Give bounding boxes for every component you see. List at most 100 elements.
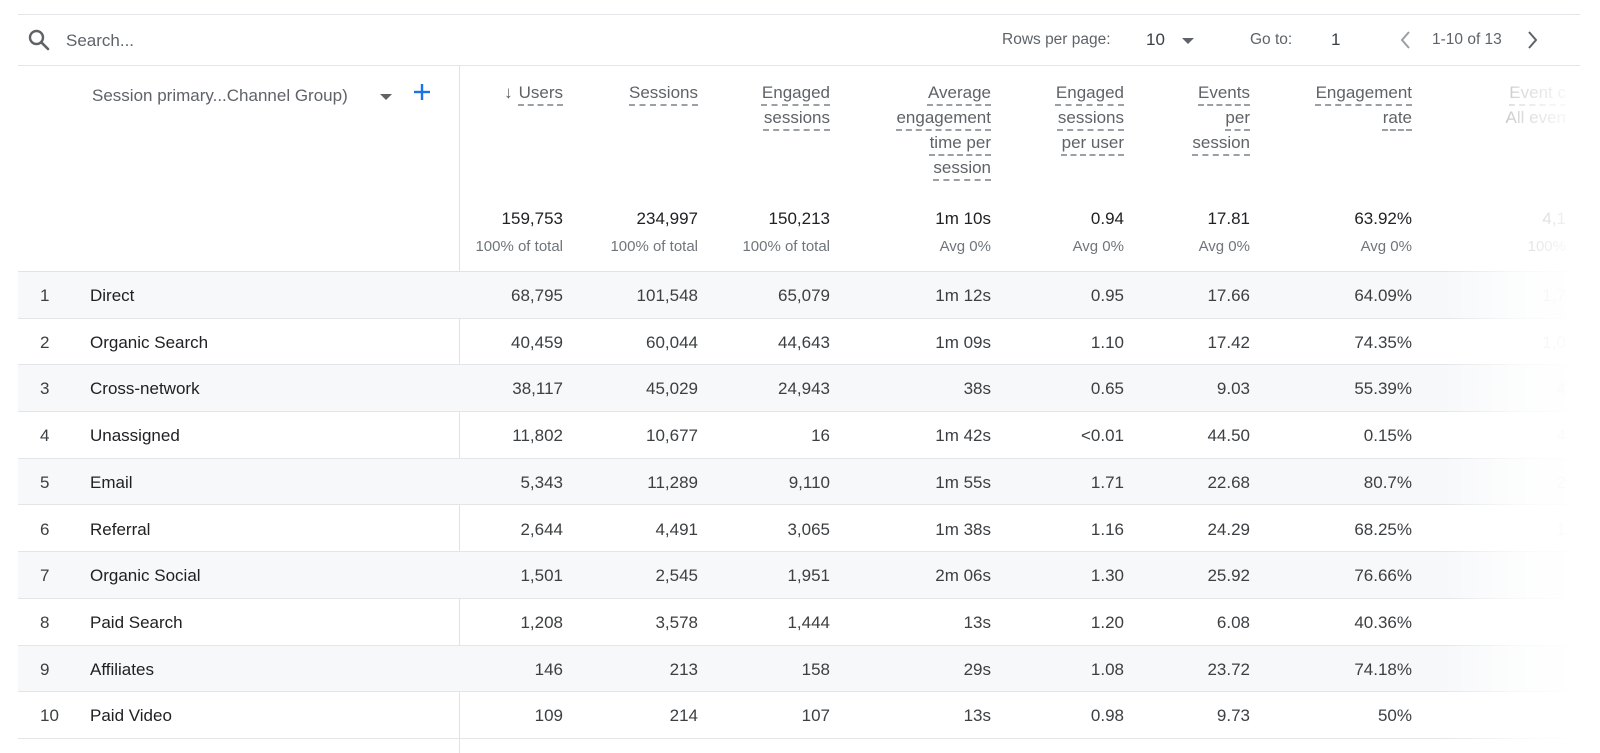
metric-cell: 17.42 [1207,332,1250,352]
metric-cell: 23.72 [1207,659,1250,679]
row-index: 6 [40,519,50,539]
table-row[interactable]: 9 Affiliates 146 213 158 29s 1.08 23.72 74.18% [18,645,1580,693]
channel-name[interactable]: Organic Search [90,333,208,353]
metric-cell: 40.36% [1354,612,1412,632]
column-header-label: Event c [1509,83,1566,102]
column-total: 17.81 [1207,209,1250,228]
metric-cell: 158 [801,659,830,679]
metric-cell: 1,7 [1542,286,1566,305]
channel-name[interactable]: Affiliates [90,660,154,680]
metric-cell: 10,677 [646,426,698,446]
dimension-header[interactable]: Session primary...Channel Group) [92,86,348,106]
channel-name[interactable]: Paid Video [90,706,172,726]
column-header-label: sessions [763,108,830,127]
metric-cell: 1,0 [1542,332,1566,352]
column-header[interactable]: Engagement rate [1262,80,1412,130]
metric-cell: 2 [1556,472,1566,492]
column-total-subtext: 100% of total [610,238,698,255]
column-header-label: Events [1198,83,1250,102]
caret-down-icon[interactable] [1182,38,1194,44]
metric-cell: 4 [1556,426,1566,446]
column-header[interactable]: Sessions [548,80,698,105]
search-icon[interactable] [27,28,51,52]
metric-cell: 65,079 [778,286,830,305]
table-row[interactable]: 2 Organic Search 40,459 60,044 44,643 1m 09s 1… [18,319,1580,366]
table-row[interactable]: 10 Paid Video 109 214 107 13s 0.98 9.73 50% [18,692,1580,739]
goto-page-input[interactable]: 1 [1331,30,1340,50]
metric-cell: 11,289 [647,472,698,492]
metric-cell: 2,644 [520,519,563,539]
chevron-right-icon[interactable] [1522,28,1542,52]
metric-cell: 213 [669,659,698,679]
metric-cell: 1,951 [787,566,830,586]
metric-cell: 64.09% [1354,286,1412,305]
rows-per-page-label: Rows per page: [1002,31,1111,48]
metric-cell: 45,029 [646,379,698,399]
table-row[interactable]: 5 Email 5,343 11,289 9,110 1m 55s 1.71 22.68 80.… [18,458,1580,506]
metric-cell: 80.7% [1363,472,1412,492]
channel-name[interactable]: Direct [90,286,134,306]
channel-name[interactable]: Cross-network [90,379,200,399]
channel-name[interactable]: Referral [90,520,150,540]
metric-cell: 60,044 [646,332,698,352]
column-header[interactable]: Average engagement time per session [841,80,991,180]
metric-cell: 38,117 [512,379,563,399]
arrow-down-icon[interactable]: ↓ [504,80,513,105]
column-total: 234,997 [636,209,698,228]
table-row[interactable]: 3 Cross-network 38,117 45,029 24,943 38s 0.65 9… [18,365,1580,413]
channel-name[interactable]: Unassigned [90,426,180,446]
channel-name[interactable]: Paid Search [90,613,183,633]
column-total-subtext: Avg 0% [939,238,991,255]
metric-cell: 50% [1377,706,1412,726]
metric-cell: 1 [1556,519,1566,539]
metric-cell: 24,943 [778,379,830,399]
metric-cell: 1m 38s [935,519,991,539]
metric-cell: 109 [534,706,563,726]
column-header[interactable]: ↓ Users [413,80,563,105]
metric-cell: 107 [801,706,830,726]
row-index: 2 [40,332,50,352]
data-table: Session primary...Channel Group) ↓ Users 1… [18,66,1580,753]
metric-cell: 2,545 [655,566,698,586]
metric-cell: 1,444 [787,612,830,632]
table-header: Session primary...Channel Group) ↓ Users 1… [18,66,1580,272]
table-row[interactable]: 8 Paid Search 1,208 3,578 1,444 13s 1.20 6.08 40… [18,599,1580,646]
column-total-subtext: Avg 0% [1198,238,1250,255]
metric-cell: 29s [963,659,991,679]
metric-cell: 74.18% [1354,659,1412,679]
table-row[interactable]: 6 Referral 2,644 4,491 3,065 1m 38s 1.16 24.29 6… [18,506,1580,553]
column-header-label: per [1225,108,1250,127]
column-total-subtext: Avg 0% [1360,238,1412,255]
metric-cell: 44.50 [1207,426,1250,446]
metric-cell: 2m 06s [935,566,991,586]
column-header[interactable]: Events per session [1100,80,1250,155]
row-index: 4 [40,426,50,446]
caret-down-icon[interactable] [380,94,392,100]
table-row[interactable]: 7 Organic Social 1,501 2,545 1,951 2m 06s 1.30… [18,552,1580,599]
metric-cell: 68,795 [511,286,563,305]
channel-name[interactable]: Organic Social [90,566,201,586]
column-header[interactable]: Engaged sessions [680,80,830,130]
column-total-subtext: 100% of total [475,238,563,255]
metric-cell: 4 [1556,379,1566,399]
table-row[interactable]: 1 Direct 68,795 101,548 65,079 1m 12s 0.95 17.6… [18,272,1580,319]
table-row[interactable]: 4 Unassigned 11,802 10,677 16 1m 42s <0.01 44.5… [18,412,1580,459]
column-total: 150,213 [768,209,830,228]
metric-cell: 214 [669,706,698,726]
metric-cell: 16 [811,426,830,446]
rows-per-page-select[interactable]: 10 [1146,30,1165,50]
pagination-range: 1-10 of 13 [1432,31,1502,48]
metric-cell: 1,501 [520,566,563,586]
metric-cell: 17.66 [1207,286,1250,305]
metric-cell: 0.15% [1363,426,1412,446]
table-toolbar: Rows per page: 10 Go to: 1 1-10 of 13 [18,15,1580,66]
metric-cell: 22.68 [1207,472,1250,492]
column-header-label: session [1192,133,1250,152]
column-total: 63.92% [1354,209,1412,228]
column-header[interactable]: Event c All even [1416,80,1566,130]
search-input[interactable] [64,25,468,57]
chevron-left-icon[interactable] [1396,28,1416,52]
channel-name[interactable]: Email [90,473,133,493]
metric-cell: 25.92 [1207,566,1250,586]
metric-cell: 9.03 [1216,379,1250,399]
